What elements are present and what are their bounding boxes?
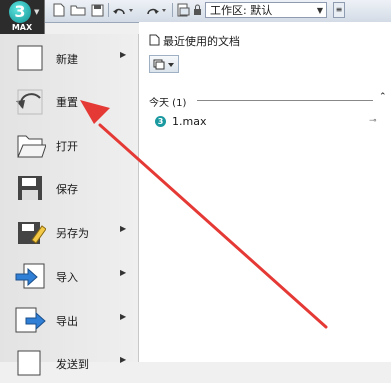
annotation-arrow: [80, 100, 328, 329]
